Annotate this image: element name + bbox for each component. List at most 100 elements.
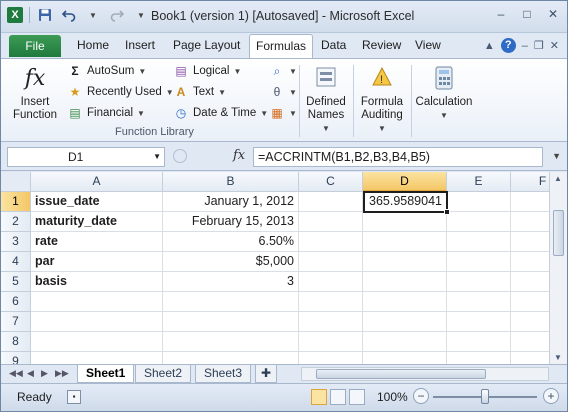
horizontal-scrollbar[interactable]	[301, 367, 549, 381]
fill-handle[interactable]	[444, 209, 450, 215]
undo-icon[interactable]	[60, 7, 78, 23]
last-sheet-arrow-icon[interactable]: ▶▶	[55, 368, 69, 379]
expand-formula-bar-icon[interactable]: ▼	[552, 151, 561, 161]
grid-cell[interactable]	[363, 312, 447, 332]
tab-formulas[interactable]: Formulas	[249, 34, 314, 58]
formula-auditing-button[interactable]: ! Formula Auditing ▼	[355, 63, 409, 135]
grid-cell[interactable]	[163, 292, 299, 312]
save-icon[interactable]	[36, 7, 54, 23]
grid-cell[interactable]	[511, 252, 549, 272]
grid-cell[interactable]	[299, 312, 363, 332]
formula-input[interactable]: =ACCRINTM(B1,B2,B3,B4,B5)	[253, 147, 543, 167]
grid-cell[interactable]	[299, 292, 363, 312]
zoom-level[interactable]: 100%	[377, 390, 408, 404]
sheet-tab-sheet3[interactable]: Sheet3	[195, 365, 252, 383]
zoom-out-button[interactable]: −	[413, 388, 429, 404]
row-header-5[interactable]: 5	[1, 272, 31, 292]
select-all-corner[interactable]	[1, 172, 31, 192]
name-box[interactable]: D1 ▼	[7, 147, 165, 167]
workbook-restore-button[interactable]: ❐	[534, 39, 544, 52]
grid-cell[interactable]	[299, 332, 363, 352]
grid-cell[interactable]	[447, 352, 511, 364]
grid-cell[interactable]	[31, 292, 163, 312]
sheet-tab-sheet2[interactable]: Sheet2	[135, 365, 192, 383]
worksheet-grid[interactable]: A B C D E F 1 2 3 4 5 6 7 8 9 issue_date…	[1, 172, 549, 364]
page-break-preview-button[interactable]	[349, 389, 365, 405]
grid-cell[interactable]	[447, 312, 511, 332]
grid-cell[interactable]	[447, 272, 511, 292]
scroll-up-arrow-icon[interactable]: ▲	[554, 174, 562, 183]
cell-b2[interactable]: February 15, 2013	[163, 212, 299, 232]
grid-cell[interactable]	[447, 232, 511, 252]
prev-sheet-arrow-icon[interactable]: ◀	[27, 368, 34, 379]
undo-dropdown-icon[interactable]: ▼	[84, 7, 102, 23]
row-header-9[interactable]: 9	[1, 352, 31, 364]
grid-cell[interactable]	[363, 252, 447, 272]
grid-cell[interactable]	[511, 352, 549, 364]
cell-a4[interactable]: par	[31, 252, 163, 272]
tab-view[interactable]: View	[415, 38, 441, 52]
maximize-button[interactable]: □	[519, 7, 535, 21]
grid-cell[interactable]	[299, 272, 363, 292]
grid-cell[interactable]	[447, 252, 511, 272]
cell-b4[interactable]: $5,000	[163, 252, 299, 272]
tab-review[interactable]: Review	[362, 38, 401, 52]
workbook-minimize-button[interactable]: –	[522, 40, 528, 52]
grid-cell[interactable]	[299, 212, 363, 232]
cell-b3[interactable]: 6.50%	[163, 232, 299, 252]
more-functions-button[interactable]: ▦ ▼	[269, 105, 297, 121]
row-header-1[interactable]: 1	[1, 192, 31, 212]
vertical-scroll-thumb[interactable]	[553, 210, 564, 256]
first-sheet-arrow-icon[interactable]: ◀◀	[9, 368, 23, 379]
chevron-down-icon[interactable]: ▼	[153, 148, 161, 166]
horizontal-scroll-thumb[interactable]	[316, 369, 486, 379]
scroll-down-arrow-icon[interactable]: ▼	[554, 353, 562, 362]
redo-icon[interactable]	[108, 7, 126, 23]
grid-cell[interactable]	[163, 312, 299, 332]
grid-cell[interactable]	[363, 212, 447, 232]
column-header-e[interactable]: E	[447, 172, 511, 192]
grid-cell[interactable]	[511, 312, 549, 332]
sheet-tab-sheet1[interactable]: Sheet1	[77, 365, 135, 383]
close-button[interactable]: ✕	[545, 7, 561, 21]
grid-cell[interactable]	[447, 192, 511, 212]
excel-logo-icon[interactable]: X	[7, 7, 23, 23]
insert-function-button[interactable]: fx Insert Function	[13, 63, 57, 122]
tab-home[interactable]: Home	[77, 38, 109, 52]
insert-function-fx-icon[interactable]: fx	[233, 148, 245, 163]
cell-a1[interactable]: issue_date	[31, 192, 163, 212]
vertical-scrollbar[interactable]: ▲ ▼	[549, 172, 567, 364]
grid-cell[interactable]	[511, 332, 549, 352]
row-header-4[interactable]: 4	[1, 252, 31, 272]
grid-cell[interactable]	[31, 352, 163, 364]
grid-cell[interactable]	[511, 292, 549, 312]
row-header-2[interactable]: 2	[1, 212, 31, 232]
autosum-button[interactable]: Σ AutoSum ▼	[67, 63, 146, 79]
grid-cell[interactable]	[511, 232, 549, 252]
customize-qat-icon[interactable]: ▼	[132, 7, 150, 23]
workbook-close-button[interactable]: ✕	[550, 39, 559, 52]
grid-cell[interactable]	[299, 252, 363, 272]
cell-a5[interactable]: basis	[31, 272, 163, 292]
grid-cell[interactable]	[299, 192, 363, 212]
financial-button[interactable]: ▤ Financial ▼	[67, 105, 145, 121]
column-header-c[interactable]: C	[299, 172, 363, 192]
normal-view-button[interactable]	[311, 389, 327, 405]
grid-cell[interactable]	[363, 352, 447, 364]
lookup-reference-button[interactable]: ⌕ ▼	[269, 63, 297, 79]
grid-cell[interactable]	[163, 332, 299, 352]
grid-cell[interactable]	[511, 272, 549, 292]
next-sheet-arrow-icon[interactable]: ▶	[41, 368, 48, 379]
row-header-3[interactable]: 3	[1, 232, 31, 252]
minimize-button[interactable]: –	[493, 7, 509, 21]
column-header-a[interactable]: A	[31, 172, 163, 192]
grid-cell[interactable]	[299, 352, 363, 364]
grid-cell[interactable]	[299, 232, 363, 252]
cell-d1-active[interactable]: 365.9589041	[363, 191, 448, 213]
grid-cell[interactable]	[363, 292, 447, 312]
zoom-in-button[interactable]: +	[543, 388, 559, 404]
grid-cell[interactable]	[363, 332, 447, 352]
grid-cell[interactable]	[447, 212, 511, 232]
defined-names-button[interactable]: Defined Names ▼	[303, 63, 349, 135]
grid-cell[interactable]	[511, 212, 549, 232]
